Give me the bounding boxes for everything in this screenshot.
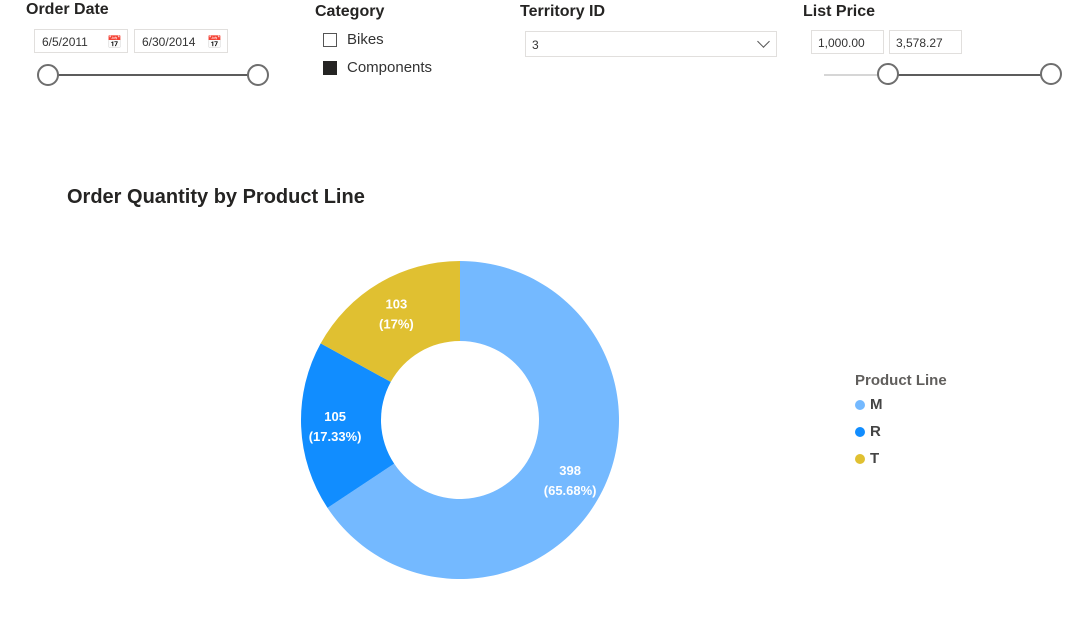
order-date-start-handle[interactable]: [37, 64, 59, 86]
territory-dropdown[interactable]: 3: [525, 31, 777, 57]
order-date-start-input[interactable]: 6/5/2011 📅: [34, 29, 128, 53]
category-title: Category: [315, 3, 385, 20]
territory-selected-value: 3: [532, 38, 539, 52]
list-price-range-track[interactable]: [889, 74, 1052, 76]
list-price-min-handle[interactable]: [877, 63, 899, 85]
order-date-end-handle[interactable]: [247, 64, 269, 86]
territory-title: Territory ID: [520, 3, 606, 20]
data-label-value: 105: [324, 409, 346, 424]
legend-dot: [855, 453, 865, 464]
list-price-max-value: 3,578.27: [896, 36, 943, 50]
chart-title: Order Quantity by Product Line: [67, 186, 365, 208]
donut-chart: 398 (65.68%) 105 (17.33%) 103 (17%): [301, 261, 619, 579]
legend-label: M: [870, 396, 883, 413]
legend-item-t[interactable]: T: [855, 450, 879, 467]
data-label-percent: (17%): [379, 316, 414, 331]
list-price-max-input[interactable]: 3,578.27: [889, 30, 962, 54]
bikes-checkbox[interactable]: [323, 32, 337, 47]
category-item-components[interactable]: Components: [323, 59, 432, 76]
calendar-icon[interactable]: 📅: [107, 30, 122, 54]
chevron-down-icon[interactable]: [757, 35, 770, 48]
order-date-end-input[interactable]: 6/30/2014 📅: [134, 29, 228, 53]
data-label-percent: (65.68%): [544, 483, 597, 498]
category-item-label: Components: [347, 59, 433, 76]
list-price-min-value: 1,000.00: [818, 36, 865, 50]
list-price-min-input[interactable]: 1,000.00: [811, 30, 884, 54]
category-item-label: Bikes: [347, 31, 384, 48]
order-date-range-track[interactable]: [48, 74, 258, 76]
legend-dot: [855, 426, 865, 437]
order-date-title: Order Date: [26, 1, 109, 18]
components-checkbox[interactable]: [323, 60, 337, 75]
legend-dot: [855, 399, 865, 410]
legend-item-r[interactable]: R: [855, 423, 881, 440]
calendar-icon[interactable]: 📅: [207, 30, 222, 54]
legend-label: R: [870, 423, 881, 440]
category-item-bikes[interactable]: Bikes: [323, 31, 384, 48]
legend-title: Product Line: [855, 372, 947, 389]
list-price-max-handle[interactable]: [1040, 63, 1062, 85]
data-label-value: 103: [386, 296, 408, 311]
data-label-value: 398: [559, 463, 581, 478]
legend-item-m[interactable]: M: [855, 396, 883, 413]
legend-label: T: [870, 450, 880, 467]
order-date-end-value: 6/30/2014: [142, 35, 196, 49]
data-label-percent: (17.33%): [309, 429, 362, 444]
order-date-start-value: 6/5/2011: [42, 35, 88, 49]
list-price-title: List Price: [803, 3, 876, 20]
